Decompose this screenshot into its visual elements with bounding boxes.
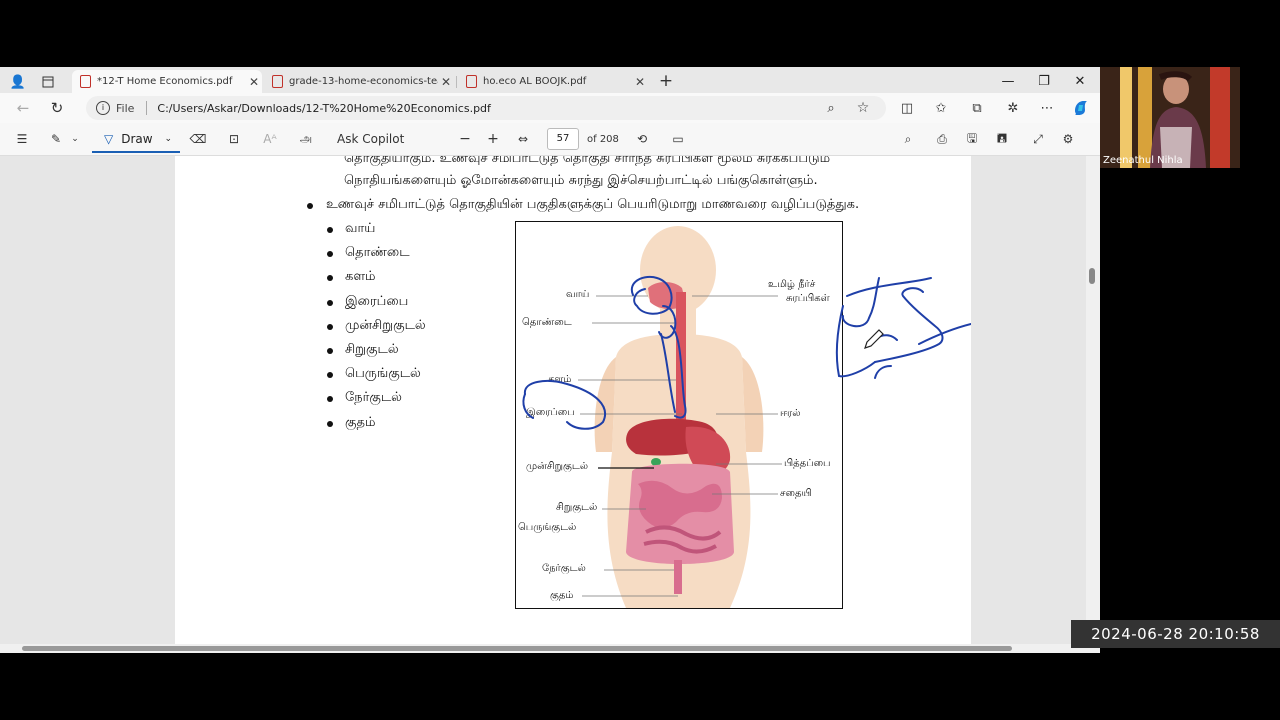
close-tab-icon[interactable]: ✕	[246, 75, 262, 89]
text-box-icon[interactable]: ⊡	[224, 129, 244, 149]
pdf-page: தொகுதியாகும். உணவுச் சமிபாட்டுத் தொகுதி …	[175, 156, 971, 644]
refresh-icon[interactable]: ↻	[46, 98, 68, 118]
new-tab-icon[interactable]: +	[656, 71, 676, 91]
copilot-icon[interactable]	[1070, 98, 1092, 118]
zoom-icon[interactable]: ⌕	[820, 98, 842, 118]
pdf-icon	[80, 75, 91, 88]
address-url[interactable]: C:/Users/Askar/Downloads/12-T%20Home%20E…	[157, 102, 491, 115]
fit-page-icon[interactable]: ⇔	[514, 129, 532, 149]
close-window-icon[interactable]: ✕	[1062, 70, 1098, 92]
vertical-scrollbar[interactable]	[1086, 156, 1100, 644]
settings-icon[interactable]: ⚙	[1058, 129, 1078, 149]
save-icon[interactable]: 🖫	[962, 129, 982, 149]
read-aloud-icon[interactable]: அ	[296, 129, 316, 149]
contents-icon[interactable]: ☰	[12, 129, 32, 149]
tab-home-economics[interactable]: *12-T Home Economics.pdf ✕	[72, 70, 262, 93]
address-separator	[146, 101, 148, 115]
profile-icon[interactable]: 👤	[8, 72, 28, 92]
close-tab-icon[interactable]: ✕	[632, 75, 648, 89]
timestamp-overlay: 2024-06-28 20:10:58	[1071, 620, 1280, 648]
participant-name: Zeenathul Nihla	[1103, 155, 1183, 166]
browser-window: 👤 *12-T Home Economics.pdf ✕ grade-13-ho…	[0, 67, 1100, 653]
zoom-out-icon[interactable]: −	[456, 129, 474, 149]
pdf-icon	[272, 75, 283, 88]
zoom-in-icon[interactable]: +	[484, 129, 502, 149]
ink-annotations[interactable]	[175, 156, 971, 644]
rotate-icon[interactable]: ⟲	[632, 129, 652, 149]
draw-dropdown-icon[interactable]: ⌄	[164, 134, 172, 144]
page-view-icon[interactable]: ▭	[668, 129, 688, 149]
webcam-tile: Zeenathul Nihla	[1100, 67, 1240, 168]
page-total: of 208	[587, 133, 619, 145]
tab-title: grade-13-home-economics-teac	[289, 76, 438, 87]
address-bar[interactable]: i File C:/Users/Askar/Downloads/12-T%20H…	[86, 96, 886, 120]
close-tab-icon[interactable]: ✕	[438, 75, 454, 89]
restore-icon[interactable]: ❐	[1026, 70, 1062, 92]
info-icon[interactable]: i	[96, 101, 110, 115]
favorite-star-icon[interactable]: ☆	[852, 98, 874, 118]
vertical-scroll-thumb[interactable]	[1089, 268, 1095, 284]
address-prefix: File	[116, 101, 135, 115]
more-menu-icon[interactable]: ⋯	[1036, 98, 1058, 118]
tab-title: *12-T Home Economics.pdf	[97, 76, 233, 87]
ask-copilot-button[interactable]: Ask Copilot	[337, 129, 404, 149]
fullscreen-icon[interactable]: ⤢	[1028, 129, 1048, 149]
page-number-input[interactable]: 57	[547, 128, 579, 150]
split-screen-icon[interactable]: ◫	[896, 98, 918, 118]
pdf-viewport[interactable]: தொகுதியாகும். உணவுச் சமிபாட்டுத் தொகுதி …	[0, 156, 1086, 644]
minimize-icon[interactable]: —	[990, 70, 1026, 92]
pdf-icon	[466, 75, 477, 88]
tab-title: ho.eco AL BOOJK.pdf	[483, 76, 587, 87]
address-row: ← ↻ i File C:/Users/Askar/Downloads/12-T…	[0, 93, 1100, 123]
tab-grade-13[interactable]: grade-13-home-economics-teac ✕	[264, 70, 454, 93]
draw-label: Draw	[121, 132, 153, 146]
pdf-toolbar: ☰ ✎ ⌄ ▽ Draw ⌄ ⌫ ⊡ Aᴬ அ Ask Copilot − + …	[0, 123, 1100, 156]
search-icon[interactable]: ⌕	[898, 129, 918, 149]
eraser-icon[interactable]: ⌫	[188, 129, 208, 149]
tab-strip: 👤 *12-T Home Economics.pdf ✕ grade-13-ho…	[0, 67, 1100, 93]
draw-pen-icon: ▽	[104, 132, 114, 146]
horizontal-scroll-thumb[interactable]	[22, 646, 1012, 651]
webcam-video	[1100, 67, 1240, 168]
pencil-cursor-icon	[864, 329, 884, 349]
highlight-dropdown-icon[interactable]: ⌄	[68, 129, 82, 149]
collections-icon[interactable]: ⧉	[966, 98, 988, 118]
horizontal-scrollbar[interactable]	[0, 644, 1086, 653]
tab-separator	[456, 76, 457, 88]
highlight-icon[interactable]: ✎	[46, 129, 66, 149]
extensions-icon[interactable]: ✲	[1002, 98, 1024, 118]
tab-actions-icon[interactable]	[38, 72, 58, 92]
draw-button[interactable]: ▽ Draw ⌄	[92, 127, 180, 153]
text-size-icon[interactable]: Aᴬ	[260, 129, 280, 149]
tab-ho-eco[interactable]: ho.eco AL BOOJK.pdf ✕	[458, 70, 648, 93]
favorites-icon[interactable]: ✩	[930, 98, 952, 118]
save-as-icon[interactable]: 🖪	[992, 129, 1012, 149]
back-icon[interactable]: ←	[12, 98, 34, 118]
print-icon[interactable]: ⎙	[932, 129, 952, 149]
